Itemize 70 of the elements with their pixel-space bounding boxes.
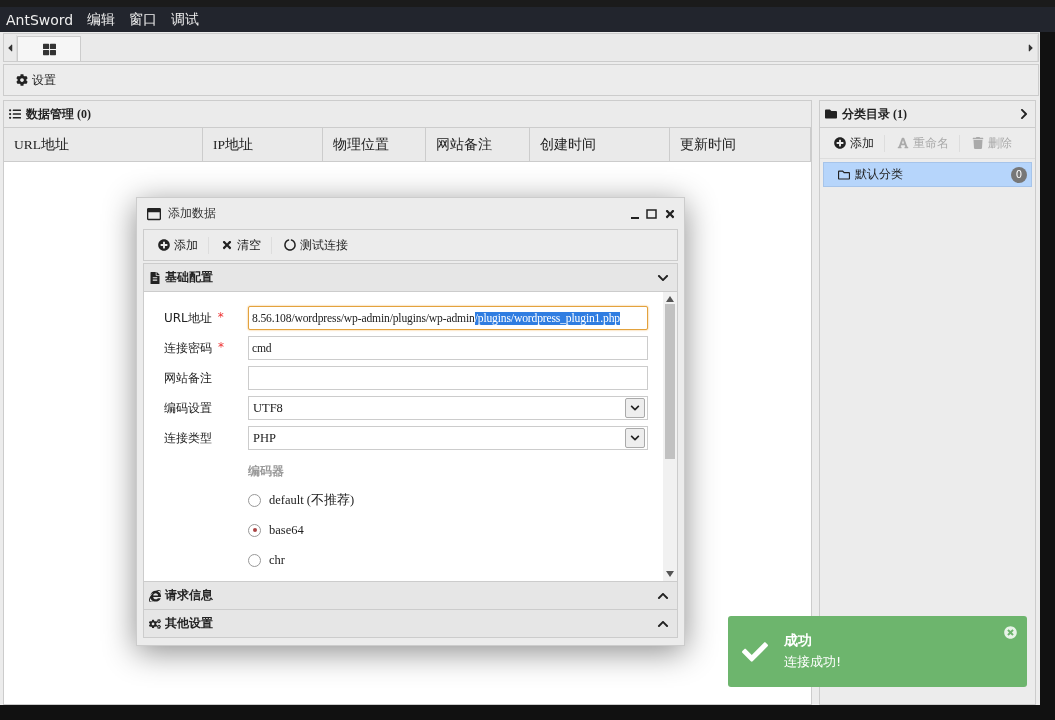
input-field[interactable]: cmd bbox=[248, 336, 648, 360]
settings-icon bbox=[16, 74, 28, 86]
radio-label: default (不推荐) bbox=[269, 491, 355, 509]
dropdown-button[interactable] bbox=[625, 398, 645, 418]
select-field[interactable]: PHP bbox=[248, 426, 648, 450]
required-mark: * bbox=[218, 339, 224, 356]
tab[interactable] bbox=[17, 36, 81, 61]
trash-icon bbox=[972, 137, 984, 149]
required-mark: * bbox=[217, 309, 224, 326]
scroll-down-icon bbox=[666, 571, 674, 577]
toolbar-button[interactable]: 测试连接 bbox=[280, 236, 358, 254]
section-header[interactable]: 请求信息 bbox=[143, 582, 678, 610]
chevron-down-icon bbox=[630, 433, 640, 443]
toast-title: 成功 bbox=[784, 632, 813, 650]
count-badge: 0 bbox=[1011, 166, 1027, 183]
folder-icon bbox=[838, 168, 850, 181]
category-label: 默认分类 bbox=[855, 166, 904, 183]
menu-item[interactable]: 窗口 bbox=[129, 10, 158, 29]
toolbar-button[interactable]: 添加 bbox=[154, 236, 209, 254]
column-header[interactable]: IP地址 bbox=[203, 128, 323, 161]
menu-item[interactable]: 调试 bbox=[171, 10, 200, 29]
close-button[interactable] bbox=[664, 207, 676, 220]
document-icon bbox=[149, 271, 161, 284]
scrollbar[interactable] bbox=[663, 292, 677, 581]
radio-label: base64 bbox=[269, 522, 304, 538]
font-icon bbox=[897, 137, 909, 149]
add-icon bbox=[158, 239, 170, 251]
toast-message: 连接成功! bbox=[784, 653, 842, 671]
chevron-down-icon bbox=[630, 403, 640, 413]
panel-title: 分类目录 (1) bbox=[842, 105, 908, 123]
maximize-icon bbox=[646, 208, 657, 219]
add-icon bbox=[834, 137, 846, 149]
column-header[interactable]: 物理位置 bbox=[323, 128, 426, 161]
dialog-title: 添加数据 bbox=[168, 205, 217, 222]
radio-label: chr bbox=[269, 552, 285, 568]
toolbar-button[interactable]: 添加 bbox=[830, 134, 885, 152]
list-icon bbox=[9, 108, 21, 120]
field-label: 网站备注 bbox=[164, 369, 212, 387]
field-label: 连接密码 bbox=[164, 339, 212, 357]
close-icon bbox=[664, 207, 676, 220]
toolbar-button[interactable]: 清空 bbox=[217, 236, 272, 254]
category-item[interactable]: 默认分类 0 bbox=[823, 162, 1032, 187]
dropdown-button[interactable] bbox=[625, 428, 645, 448]
encoder-label: 编码器 bbox=[248, 464, 285, 479]
grid-icon bbox=[42, 42, 56, 56]
section-header[interactable]: 其他设置 bbox=[143, 610, 678, 638]
input-field[interactable] bbox=[248, 366, 648, 390]
folder-icon bbox=[825, 108, 837, 120]
column-header[interactable]: URL地址 bbox=[4, 128, 203, 161]
maximize-button[interactable] bbox=[646, 208, 657, 219]
menu-item[interactable]: AntSword bbox=[6, 11, 74, 28]
close-icon bbox=[221, 239, 233, 251]
field-label: URL地址 bbox=[164, 309, 212, 327]
scroll-up-icon bbox=[666, 296, 674, 302]
column-header[interactable]: 网站备注 bbox=[426, 128, 530, 161]
menu-item[interactable]: 编辑 bbox=[87, 10, 116, 29]
column-header[interactable]: 创建时间 bbox=[530, 128, 670, 161]
window-icon bbox=[147, 206, 161, 221]
settings-button[interactable]: 设置 bbox=[16, 71, 56, 89]
section-header[interactable]: 基础配置 bbox=[143, 263, 678, 292]
spinner-icon bbox=[284, 239, 296, 251]
globe-e-icon bbox=[149, 589, 161, 602]
select-field[interactable]: UTF8 bbox=[248, 396, 648, 420]
gears-icon bbox=[149, 617, 161, 630]
column-header[interactable]: 更新时间 bbox=[670, 128, 811, 161]
chevron-right-icon[interactable] bbox=[1018, 108, 1030, 120]
field-label: 编码设置 bbox=[164, 399, 212, 417]
field-label: 连接类型 bbox=[164, 429, 212, 447]
minimize-icon bbox=[631, 216, 639, 219]
panel-title: 数据管理 (0) bbox=[26, 105, 92, 123]
